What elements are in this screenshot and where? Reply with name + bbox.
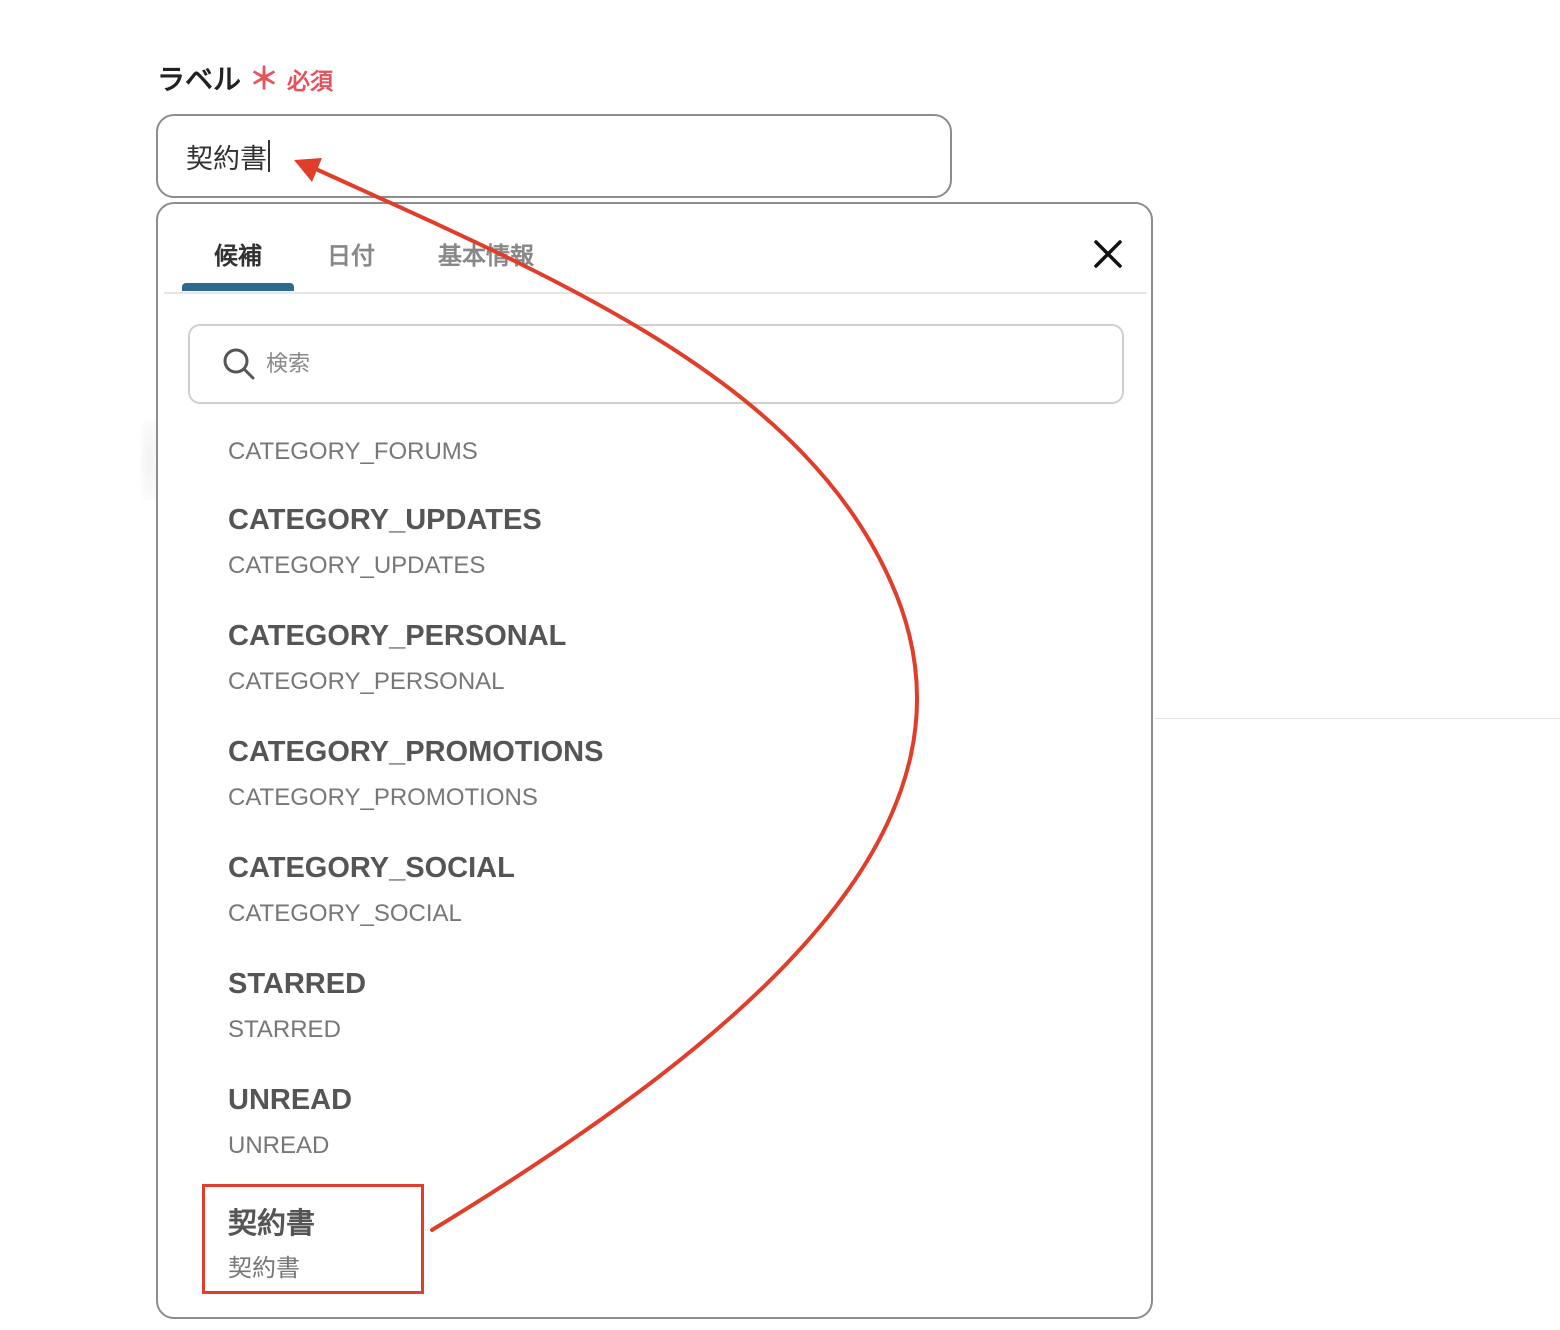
field-label: ラベル ＊ 必須	[157, 58, 333, 98]
option-subtitle: CATEGORY_PERSONAL	[228, 668, 505, 695]
option-subtitle: CATEGORY_SOCIAL	[228, 900, 462, 927]
active-tab-indicator	[182, 283, 294, 291]
option-item-partial[interactable]: CATEGORY_FORUMS	[158, 434, 1148, 474]
option-title: CATEGORY_PERSONAL	[228, 620, 567, 652]
option-item[interactable]: CATEGORY_PROMOTIONS CATEGORY_PROMOTIONS	[158, 732, 1148, 832]
tab-date[interactable]: 日付	[327, 236, 375, 271]
option-item[interactable]: STARRED STARRED	[158, 964, 1148, 1064]
suggestion-dropdown: 候補 日付 基本情報 CATEGORY_FORUMS CATEGORY_UPDA…	[156, 202, 1153, 1319]
tab-basic-info[interactable]: 基本情報	[438, 236, 534, 271]
option-item[interactable]: CATEGORY_SOCIAL CATEGORY_SOCIAL	[158, 848, 1148, 948]
option-title: UNREAD	[228, 1084, 353, 1116]
option-subtitle: STARRED	[228, 1016, 341, 1043]
option-title: CATEGORY_UPDATES	[228, 504, 542, 536]
option-subtitle: CATEGORY_UPDATES	[228, 552, 486, 579]
option-subtitle: UNREAD	[228, 1132, 330, 1159]
option-title: CATEGORY_PROMOTIONS	[228, 736, 604, 768]
background-divider	[1155, 718, 1560, 719]
tab-bar: 候補 日付 基本情報	[164, 204, 1147, 294]
option-title: CATEGORY_SOCIAL	[228, 852, 515, 884]
option-title: STARRED	[228, 968, 367, 1000]
annotation-highlight-box	[202, 1184, 424, 1294]
close-icon	[1094, 240, 1122, 268]
field-label-text: ラベル	[157, 64, 242, 95]
required-asterisk: ＊	[249, 63, 280, 96]
required-text: 必須	[287, 68, 334, 94]
label-input-value: 契約書	[186, 143, 267, 174]
close-button[interactable]	[1088, 234, 1128, 274]
label-input[interactable]: 契約書	[156, 114, 952, 198]
option-item[interactable]: CATEGORY_UPDATES CATEGORY_UPDATES	[158, 500, 1148, 600]
option-item[interactable]: UNREAD UNREAD	[158, 1080, 1148, 1180]
search-icon	[223, 348, 255, 380]
option-subtitle: CATEGORY_PROMOTIONS	[228, 784, 538, 811]
page: ラベル ＊ 必須 契約書 候補 日付 基本情報 検索 CATEGORY_FORU…	[0, 0, 1560, 1330]
text-caret	[268, 140, 270, 172]
option-item[interactable]: CATEGORY_PERSONAL CATEGORY_PERSONAL	[158, 616, 1148, 716]
search-input[interactable]	[264, 350, 1068, 378]
search-box[interactable]	[188, 324, 1124, 404]
option-subtitle: CATEGORY_FORUMS	[228, 438, 478, 465]
tab-suggestions[interactable]: 候補	[214, 236, 262, 271]
